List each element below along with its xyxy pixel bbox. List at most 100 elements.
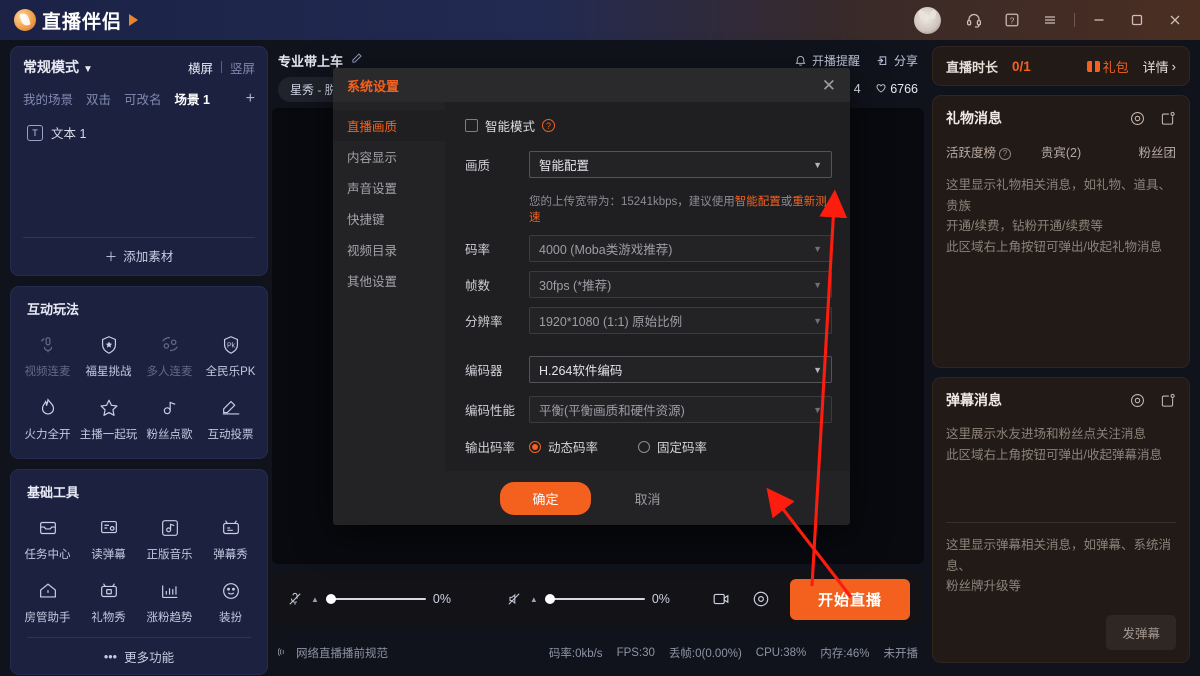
- broadcast-guideline-link[interactable]: 网络直播播前规范: [277, 645, 388, 661]
- tool-fan-song-request[interactable]: 粉丝点歌: [139, 389, 200, 450]
- orientation-landscape[interactable]: 横屏: [188, 58, 213, 77]
- mic-caret-icon[interactable]: ▲: [311, 595, 319, 604]
- add-scene-icon[interactable]: +: [246, 90, 255, 108]
- settings-gear-icon[interactable]: [750, 588, 772, 610]
- tool-interactive-vote[interactable]: 互动投票: [200, 389, 261, 450]
- tool-fan-growth[interactable]: 涨粉趋势: [139, 572, 200, 633]
- menu-icon[interactable]: [1033, 5, 1067, 35]
- tool-dressup[interactable]: 装扮: [200, 572, 261, 633]
- nav-item-other-settings[interactable]: 其他设置: [333, 265, 445, 296]
- list-item[interactable]: T 文本 1: [23, 118, 255, 147]
- dialog-title: 系统设置: [347, 78, 400, 94]
- tool-danmaku-show[interactable]: 弹幕秀: [200, 509, 261, 570]
- danmaku-bottom-line: 这里显示弹幕相关消息，如弹幕、系统消息、: [946, 538, 1172, 573]
- tool-read-danmaku[interactable]: 读弹幕: [78, 509, 139, 570]
- slider-knob[interactable]: [325, 594, 336, 604]
- avatar[interactable]: [914, 6, 941, 34]
- interactive-tools-title: 互动玩法: [27, 302, 80, 317]
- scene-tab-my-scenes[interactable]: 我的场景: [23, 89, 73, 108]
- more-functions-label: 更多功能: [124, 651, 175, 665]
- tab-fan-club[interactable]: 粉丝团: [1099, 142, 1177, 161]
- status-bitrate: 码率:0kb/s: [548, 648, 603, 660]
- radio-fixed-bitrate[interactable]: 固定码率: [638, 437, 707, 456]
- cancel-button[interactable]: 取消: [613, 482, 683, 515]
- tool-video-mic[interactable]: 视频连麦: [17, 326, 78, 387]
- orientation-divider: [220, 61, 222, 73]
- svg-text:?: ?: [1010, 16, 1015, 25]
- left-sidebar: 常规模式 ▼ 横屏 竖屏 我的场景 双击 可改名 场景 1 + T 文本 1 ＋…: [10, 46, 268, 675]
- encoder-select[interactable]: H.264软件编码 ▼: [529, 356, 832, 383]
- gift-pack-button[interactable]: 礼包: [1086, 57, 1129, 76]
- text-icon: T: [27, 124, 43, 141]
- scene-tab-scene-1[interactable]: 场景 1: [175, 89, 210, 108]
- nav-item-stream-quality[interactable]: 直播画质: [333, 110, 445, 141]
- help-icon[interactable]: ?: [995, 5, 1029, 35]
- question-icon[interactable]: ?: [999, 147, 1012, 160]
- gift-panel-title: 礼物消息: [946, 110, 1002, 126]
- add-material-button[interactable]: ＋ 添加素材: [23, 237, 255, 265]
- scene-tab-rename[interactable]: 可改名: [124, 89, 162, 108]
- headset-icon[interactable]: [957, 5, 991, 35]
- send-danmaku-button[interactable]: 发弹幕: [1106, 615, 1176, 650]
- minimize-icon[interactable]: [1082, 5, 1116, 35]
- share-button[interactable]: 分享: [876, 52, 918, 69]
- more-functions-button[interactable]: ••• 更多功能: [27, 637, 251, 666]
- tab-activity-rank[interactable]: 活跃度榜?: [946, 142, 1023, 161]
- live-reminder-button[interactable]: 开播提醒: [794, 52, 860, 69]
- record-screen-icon[interactable]: [710, 588, 732, 610]
- star-icon: [96, 395, 122, 421]
- tool-licensed-music[interactable]: 正版音乐: [139, 509, 200, 570]
- tool-task-center[interactable]: 任务中心: [17, 509, 78, 570]
- status-metrics: 码率:0kb/s FPS:30 丢帧:0(0.00%) CPU:38% 内存:4…: [549, 645, 918, 661]
- status-fps: FPS:30: [616, 647, 655, 659]
- resolution-select[interactable]: 1920*1080 (1:1) 原始比例 ▼: [529, 307, 832, 334]
- nav-item-video-directory[interactable]: 视频目录: [333, 234, 445, 265]
- question-icon[interactable]: ?: [542, 119, 556, 132]
- confirm-button[interactable]: 确定: [500, 481, 591, 515]
- tool-pk[interactable]: Pk 全民乐PK: [200, 326, 261, 387]
- tool-play-together[interactable]: 主播一起玩: [78, 389, 139, 450]
- close-icon[interactable]: ✕: [822, 77, 836, 94]
- duration-actions: 礼包 详情 ›: [1086, 57, 1176, 76]
- popout-window-icon[interactable]: [1159, 110, 1176, 127]
- scene-tab-double-click[interactable]: 双击: [86, 89, 111, 108]
- orientation-portrait[interactable]: 竖屏: [230, 58, 255, 77]
- speaker-muted-icon[interactable]: [505, 590, 523, 608]
- tool-full-power[interactable]: 火力全开: [17, 389, 78, 450]
- edit-icon[interactable]: [350, 52, 363, 68]
- settings-gear-icon[interactable]: [1129, 110, 1146, 127]
- close-icon[interactable]: [1158, 5, 1192, 35]
- popout-window-icon[interactable]: [1159, 392, 1176, 409]
- tool-gift-show[interactable]: 礼物秀: [78, 572, 139, 633]
- quality-select[interactable]: 智能配置 ▼: [529, 151, 832, 178]
- slider-knob[interactable]: [544, 594, 555, 604]
- logo-arrow-icon: [129, 14, 139, 26]
- smart-mode-checkbox[interactable]: [465, 119, 478, 132]
- mode-selector[interactable]: 常规模式 ▼: [23, 57, 93, 77]
- bitrate-value: 4000 (Moba类游戏推荐): [539, 243, 673, 257]
- settings-gear-icon[interactable]: [1129, 392, 1146, 409]
- speaker-caret-icon[interactable]: ▲: [530, 595, 538, 604]
- maximize-icon[interactable]: [1120, 5, 1154, 35]
- window-controls: ?: [914, 5, 1200, 35]
- framerate-select[interactable]: 30fps (*推荐) ▼: [529, 271, 832, 298]
- encoder-performance-select[interactable]: 平衡(平衡画质和硬件资源) ▼: [529, 396, 832, 423]
- tool-multi-mic[interactable]: 多人连麦: [139, 326, 200, 387]
- tab-vip[interactable]: 贵宾(2): [1023, 142, 1100, 161]
- nav-item-shortcuts[interactable]: 快捷键: [333, 203, 445, 234]
- smart-config-link[interactable]: 智能配置: [735, 196, 781, 208]
- bitrate-select[interactable]: 4000 (Moba类游戏推荐) ▼: [529, 235, 832, 262]
- mic-volume-slider[interactable]: [325, 592, 426, 606]
- bandwidth-hint-middle: 或: [780, 196, 793, 208]
- start-live-button[interactable]: 开始直播: [789, 578, 910, 620]
- mic-muted-icon[interactable]: [286, 590, 304, 608]
- chart-icon: [157, 578, 183, 604]
- speaker-volume-slider[interactable]: [544, 592, 645, 606]
- tool-lucky-star-challenge[interactable]: 福星挑战: [78, 326, 139, 387]
- tool-room-admin[interactable]: 房管助手: [17, 572, 78, 633]
- nav-item-content-display[interactable]: 内容显示: [333, 141, 445, 172]
- detail-link[interactable]: 详情 ›: [1143, 57, 1176, 76]
- nav-item-sound-settings[interactable]: 声音设置: [333, 172, 445, 203]
- radio-dynamic-bitrate[interactable]: 动态码率: [529, 437, 598, 456]
- bitrate-label: 码率: [465, 243, 491, 257]
